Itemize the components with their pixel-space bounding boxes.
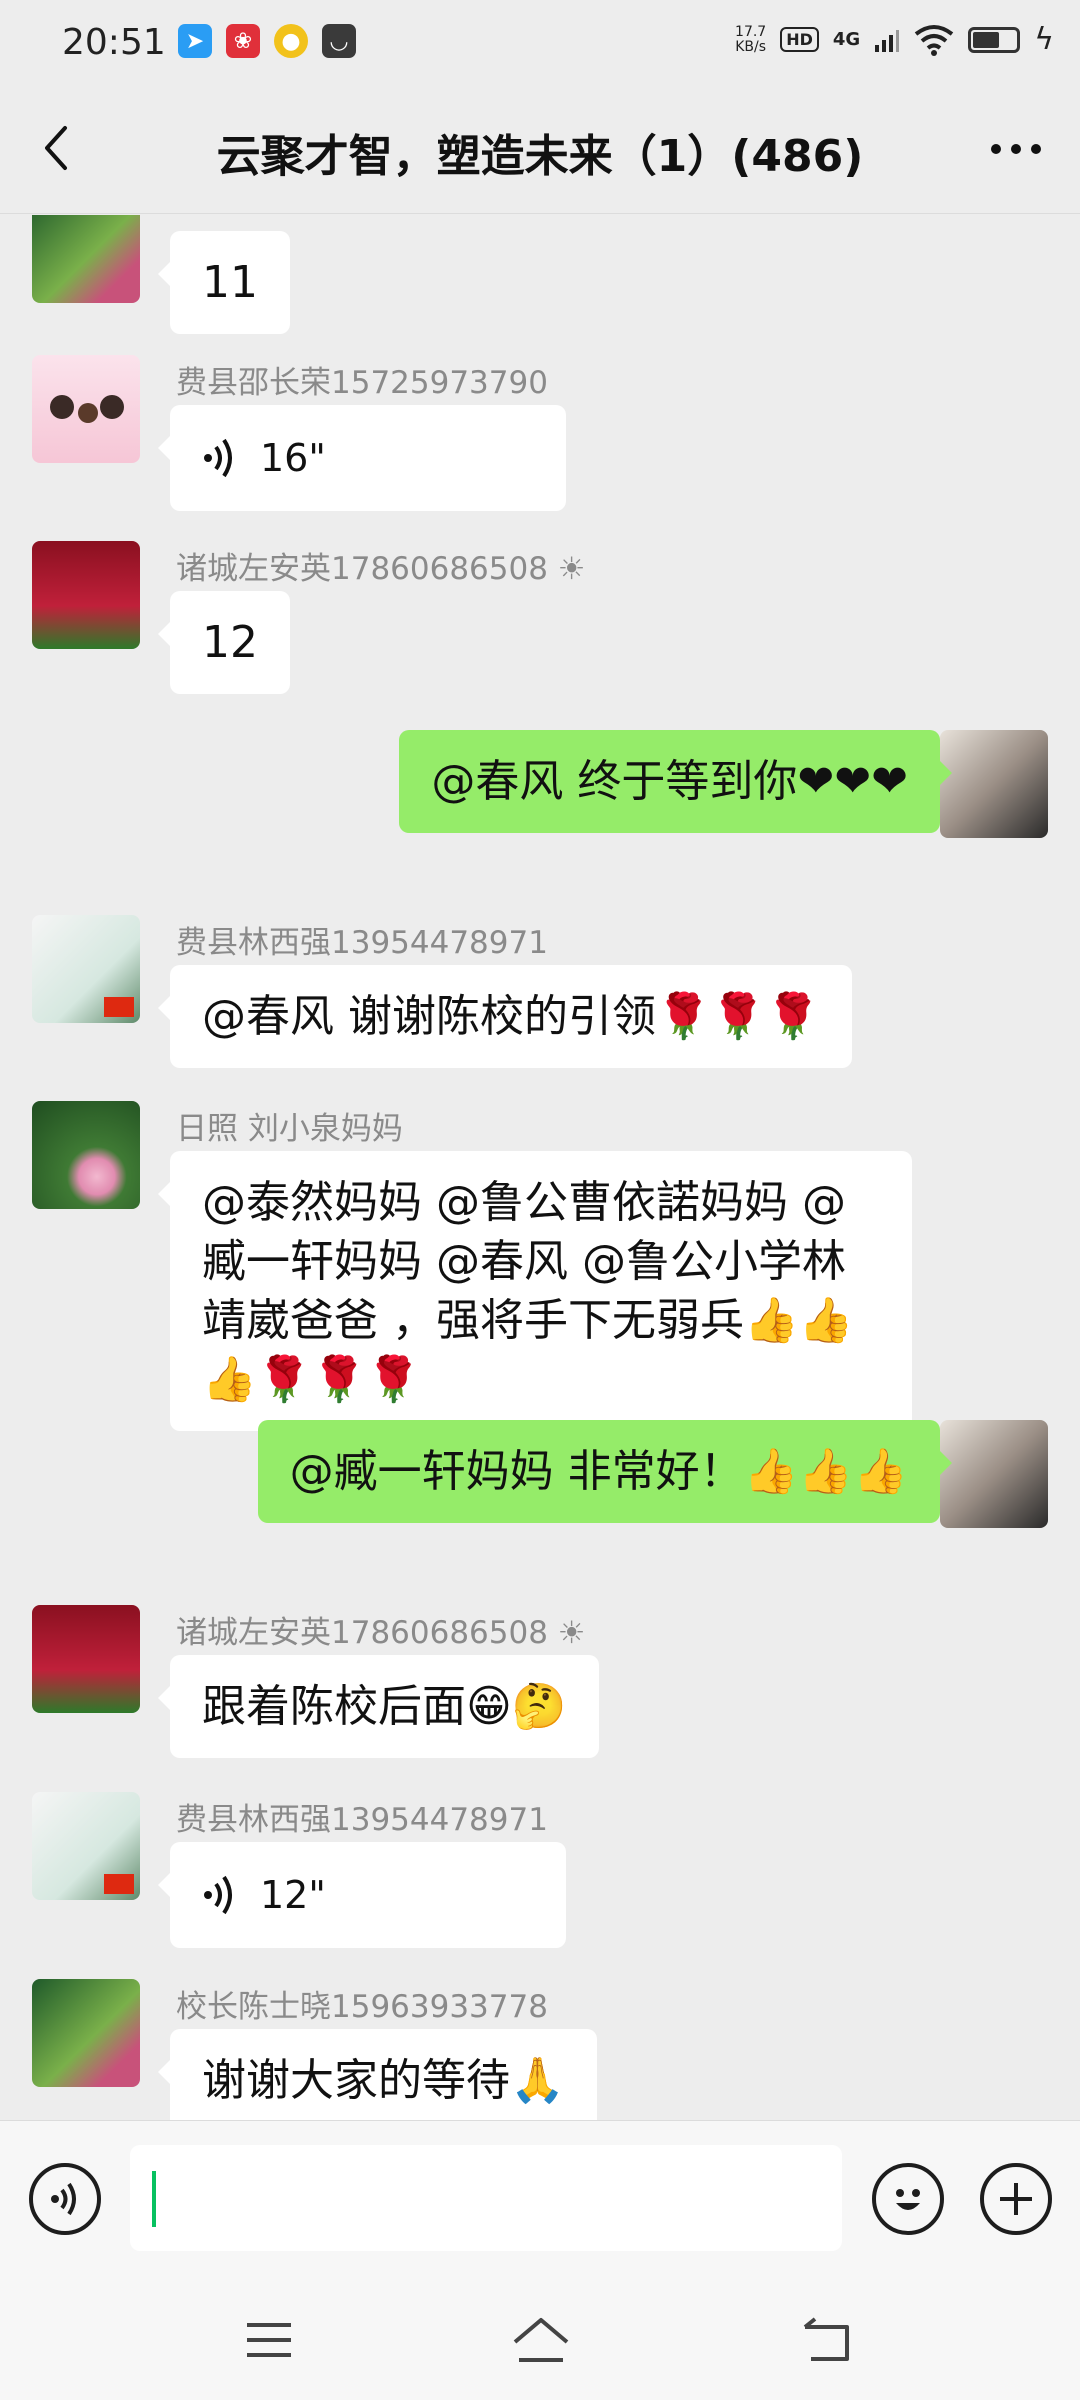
voice-wave-icon [204,1875,232,1915]
chat-title: 云聚才智，塑造未来（1）(486) [216,131,864,182]
status-time: 20:51 [62,22,166,63]
voice-message-bubble[interactable]: 16" [158,405,566,511]
voice-wave-icon [204,438,232,478]
system-nav-bar [0,2280,1080,2400]
battery-icon [968,26,1021,53]
sender-name: 诸城左安英17860686508 ☀ [176,551,586,587]
plus-icon [1000,2183,1032,2215]
sender-name: 费县林西强13954478971 [176,925,548,961]
sender-name: 校长陈士晓15963933778 [176,1989,548,2025]
message-bubble[interactable]: 12 [158,591,290,694]
voice-input-button[interactable] [29,2163,101,2235]
app-yellow-icon: ● [274,24,308,58]
network-type: 4G [832,29,861,50]
notification-icons: ➤ ❀ ● ◡ [178,24,356,58]
message-bubble[interactable]: @春风 谢谢陈校的引领🌹🌹🌹 [157,965,853,1068]
message-bubble[interactable]: @臧一轩妈妈 非常好！👍👍👍 [257,1420,953,1523]
grasshopper-avatar[interactable] [32,1792,140,1900]
emoji-button[interactable] [872,2163,944,2235]
plus-button[interactable] [980,2163,1052,2235]
voice-input-icon [51,2182,76,2216]
menu-icon [247,2323,291,2357]
grasshopper-avatar[interactable] [32,915,140,1023]
more-button[interactable] [986,124,1046,174]
chat-header: 云聚才智，塑造未来（1）(486) [0,84,1080,214]
input-bar [0,2120,1080,2280]
message-bubble[interactable]: 11 [158,231,290,334]
voice-duration: 12" [260,1872,326,1917]
back-nav-icon [803,2317,849,2361]
lotus-avatar[interactable] [32,215,140,303]
status-right: 17.7 KB/s HD 4G ϟ [735,22,1054,57]
menu-button[interactable] [234,2310,304,2370]
message-bubble[interactable]: 跟着陈校后面😁🤔 [158,1655,599,1758]
charging-icon: ϟ [1034,22,1054,57]
message-input[interactable] [130,2145,842,2251]
voice-duration: 16" [260,435,326,480]
status-bar: 20:51 ➤ ❀ ● ◡ 17.7 KB/s HD 4G ϟ [0,0,1080,84]
message-list[interactable]: 11 费县邵长荣15725973790 16" 诸城左安英17860686508… [0,215,1080,2120]
home-button[interactable] [506,2310,576,2370]
wifi-icon [914,24,954,56]
cartoon-family-avatar[interactable] [32,355,140,463]
signal-icon [875,29,900,52]
more-icon [991,144,1041,154]
battery-fill [973,31,999,48]
lotus-avatar[interactable] [32,1979,140,2087]
app-red-icon: ❀ [226,24,260,58]
message-bubble[interactable]: 谢谢大家的等待🙏 [158,2029,597,2120]
sender-name: 诸城左安英17860686508 ☀ [176,1615,586,1651]
sender-name: 日照 刘小泉妈妈 [176,1111,403,1147]
net-speed: 17.7 KB/s [735,23,767,55]
back-nav-button[interactable] [792,2310,862,2370]
net-speed-value: 17.7 [735,23,767,40]
lotus-pond-avatar[interactable] [32,1101,140,1209]
message-bubble[interactable]: @春风 终于等到你❤❤❤ [399,730,952,833]
flag-icon [104,997,134,1017]
app-dark-icon: ◡ [322,24,356,58]
woman-portrait-avatar[interactable] [940,1420,1048,1528]
hd-badge: HD [780,27,819,52]
sender-name: 费县邵长荣15725973790 [176,365,548,401]
net-speed-unit: KB/s [735,38,767,55]
message-bubble[interactable]: @泰然妈妈 @鲁公曹依諾妈妈 @臧一轩妈妈 @春风 @鲁公小学林靖崴爸爸 ，强将… [158,1151,912,1431]
emoji-icon [896,2189,920,2210]
text-caret [152,2171,156,2227]
woman-portrait-avatar[interactable] [940,730,1048,838]
voice-message-bubble[interactable]: 12" [158,1842,566,1948]
stage-speaker-avatar[interactable] [32,541,140,649]
home-icon [513,2318,569,2362]
sender-name: 费县林西强13954478971 [176,1802,548,1838]
flag-icon [104,1874,134,1894]
stage-speaker-avatar[interactable] [32,1605,140,1713]
telegram-icon: ➤ [178,24,212,58]
